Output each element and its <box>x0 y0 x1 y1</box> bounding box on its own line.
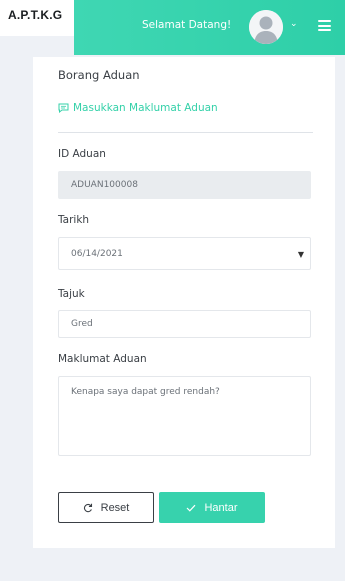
select-arrow-icon: ▼ <box>297 250 304 259</box>
user-avatar-icon <box>249 10 283 44</box>
user-avatar[interactable] <box>249 10 283 44</box>
id-field: ADUAN100008 <box>58 171 311 199</box>
date-label: Tarikh <box>58 214 90 226</box>
reset-button[interactable]: Reset <box>58 492 154 523</box>
details-label: Maklumat Aduan <box>58 353 147 365</box>
details-textarea[interactable]: Kenapa saya dapat gred rendah? <box>58 376 311 456</box>
section-header: Masukkan Maklumat Aduan <box>58 102 218 114</box>
id-value: ADUAN100008 <box>71 180 138 190</box>
reset-label: Reset <box>100 501 130 514</box>
welcome-text: Selamat Datang! <box>142 19 232 31</box>
hamburger-menu-icon[interactable] <box>318 20 331 31</box>
date-select[interactable]: 06/14/2021 ▼ <box>58 237 311 270</box>
subject-input[interactable]: Gred <box>58 310 311 338</box>
submit-button[interactable]: Hantar <box>159 492 265 523</box>
submit-label: Hantar <box>204 501 238 514</box>
brand-logo-text: A.P.T.K.G <box>8 8 63 22</box>
section-label: Masukkan Maklumat Aduan <box>73 102 218 114</box>
subject-label: Tajuk <box>58 288 85 300</box>
check-icon <box>187 504 196 512</box>
complaint-form-card: Borang Aduan Masukkan Maklumat Aduan ID … <box>33 57 335 548</box>
id-label: ID Aduan <box>58 148 106 160</box>
divider <box>58 132 313 133</box>
top-header: Selamat Datang! ⌄ <box>74 0 345 55</box>
chevron-down-icon[interactable]: ⌄ <box>290 19 298 29</box>
date-value: 06/14/2021 <box>71 248 123 259</box>
message-icon <box>58 103 69 113</box>
brand-area: A.P.T.K.G <box>0 0 80 36</box>
form-title: Borang Aduan <box>58 68 140 82</box>
refresh-icon <box>83 503 92 512</box>
subject-value: Gred <box>71 319 93 329</box>
details-value: Kenapa saya dapat gred rendah? <box>71 387 220 397</box>
